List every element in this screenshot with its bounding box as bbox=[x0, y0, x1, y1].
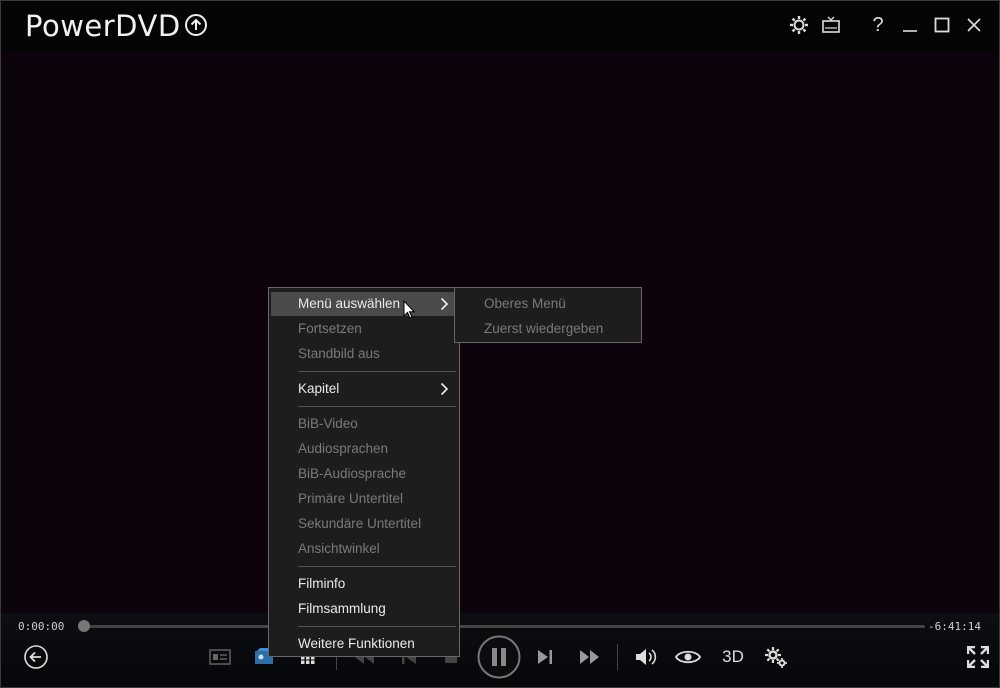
title-bar: PowerDVD ? bbox=[1, 1, 999, 51]
menu-item-label: Weitere Funktionen bbox=[298, 636, 415, 651]
volume-icon[interactable] bbox=[634, 646, 658, 668]
menu-item-secondary-subtitles: Sekundäre Untertitel bbox=[271, 512, 457, 536]
menu-item-resume: Fortsetzen bbox=[271, 317, 457, 341]
menu-item-label: BiB-Video bbox=[298, 416, 358, 431]
submenu-item-top-menu: Oberes Menü bbox=[457, 292, 639, 316]
close-icon[interactable] bbox=[963, 14, 985, 36]
minimize-icon[interactable] bbox=[899, 14, 921, 36]
menu-item-select-menu[interactable]: Menü auswählen bbox=[271, 292, 457, 316]
menu-item-label: Filmsammlung bbox=[298, 601, 386, 616]
submenu-item-first-play: Zuerst wiedergeben bbox=[457, 317, 639, 341]
menu-separator bbox=[298, 371, 456, 372]
menu-separator bbox=[298, 566, 456, 567]
chevron-right-icon bbox=[440, 377, 449, 401]
menu-separator bbox=[298, 626, 456, 627]
maximize-icon[interactable] bbox=[931, 14, 953, 36]
info-card-icon[interactable] bbox=[209, 649, 231, 665]
menu-item-label: Standbild aus bbox=[298, 346, 380, 361]
menu-item-pip-video: BiB-Video bbox=[271, 412, 457, 436]
mouse-cursor-icon bbox=[403, 299, 416, 324]
time-remaining: -6:41:14 bbox=[928, 620, 981, 633]
menu-item-movie-collection[interactable]: Filmsammlung bbox=[271, 597, 457, 621]
fast-forward-icon[interactable] bbox=[578, 648, 602, 666]
seek-bar[interactable] bbox=[80, 625, 925, 628]
chevron-right-icon bbox=[440, 292, 449, 316]
menu-item-label: Audiosprachen bbox=[298, 441, 389, 456]
app-title: PowerDVD bbox=[25, 9, 181, 43]
more-icon[interactable] bbox=[301, 656, 315, 664]
eye-icon[interactable] bbox=[675, 648, 701, 666]
help-glyph: ? bbox=[872, 13, 884, 36]
settings-gears-icon[interactable] bbox=[764, 646, 788, 668]
separator bbox=[617, 644, 618, 670]
menu-item-label: Menü auswählen bbox=[298, 296, 401, 311]
context-menu: Menü auswählen Fortsetzen Standbild aus … bbox=[268, 287, 460, 657]
next-icon[interactable] bbox=[536, 648, 554, 666]
menu-item-label: Primäre Untertitel bbox=[298, 491, 404, 506]
help-icon[interactable]: ? bbox=[867, 14, 889, 36]
menu-item-chapter[interactable]: Kapitel bbox=[271, 377, 457, 401]
upgrade-icon[interactable] bbox=[185, 14, 207, 36]
pause-button[interactable] bbox=[477, 635, 521, 679]
submenu: Oberes Menü Zuerst wiedergeben bbox=[454, 287, 642, 343]
menu-item-label: Sekundäre Untertitel bbox=[298, 516, 422, 531]
fullscreen-icon[interactable] bbox=[967, 646, 989, 668]
menu-item-audio-languages: Audiosprachen bbox=[271, 437, 457, 461]
menu-item-freeze-frame: Standbild aus bbox=[271, 342, 457, 366]
menu-item-movie-info[interactable]: Filminfo bbox=[271, 572, 457, 596]
menu-item-viewing-angle: Ansichtwinkel bbox=[271, 537, 457, 561]
menu-separator bbox=[298, 406, 456, 407]
time-elapsed: 0:00:00 bbox=[18, 620, 65, 633]
menu-item-label: Zuerst wiedergeben bbox=[484, 321, 604, 336]
menu-item-label: Filminfo bbox=[298, 576, 346, 591]
gear-icon[interactable] bbox=[788, 14, 810, 36]
menu-item-label: Kapitel bbox=[298, 381, 340, 396]
menu-item-label: BiB-Audiosprache bbox=[298, 466, 407, 481]
menu-item-primary-subtitles: Primäre Untertitel bbox=[271, 487, 457, 511]
menu-item-label: Ansichtwinkel bbox=[298, 541, 380, 556]
menu-item-more-functions[interactable]: Weitere Funktionen bbox=[271, 632, 457, 656]
menu-item-pip-audio: BiB-Audiosprache bbox=[271, 462, 457, 486]
app-window: PowerDVD ? bbox=[0, 0, 1000, 688]
seek-knob[interactable] bbox=[78, 620, 90, 632]
back-icon[interactable] bbox=[24, 645, 48, 669]
tv-mode-icon[interactable] bbox=[820, 14, 842, 36]
3d-button[interactable]: 3D bbox=[718, 647, 748, 667]
menu-item-label: Fortsetzen bbox=[298, 321, 362, 336]
menu-item-label: Oberes Menü bbox=[484, 296, 566, 311]
